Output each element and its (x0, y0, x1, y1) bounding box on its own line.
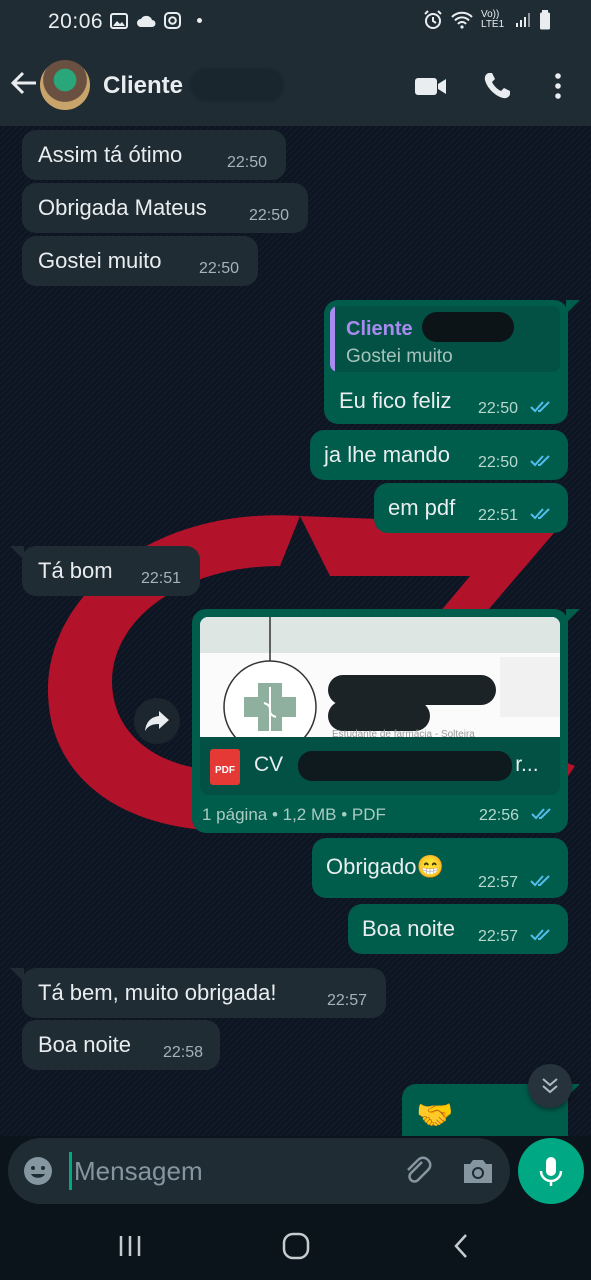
message-input[interactable] (68, 1152, 374, 1190)
document-preview-image: Estudante de farmácia - Solteira (200, 617, 560, 737)
quoted-message[interactable]: Cliente Gostei muito (330, 306, 560, 372)
avatar[interactable] (40, 60, 90, 110)
notification-icons (110, 12, 202, 29)
message-bubble-incoming[interactable]: Boa noite 22:58 (22, 1020, 220, 1070)
document-message-bubble[interactable]: Estudante de farmácia - Solteira PDF CV r… (192, 609, 568, 833)
message-bubble-outgoing-reply[interactable]: Cliente Gostei muito Eu fico feliz 22:50 (324, 300, 568, 424)
bubble-tail (566, 609, 580, 623)
message-bubble-incoming[interactable]: Tá bem, muito obrigada! 22:57 (22, 968, 386, 1018)
message-text: Boa noite (38, 1032, 131, 1057)
gallery-icon (110, 12, 128, 29)
pdf-file-icon: PDF (210, 749, 240, 785)
cloud-icon (137, 15, 156, 27)
redaction-mark (298, 751, 512, 781)
message-time: 22:50 (249, 207, 290, 224)
microphone-icon (539, 1157, 563, 1186)
message-composer (8, 1138, 510, 1204)
redaction-mark (190, 68, 284, 102)
document-preview[interactable]: Estudante de farmácia - Solteira (200, 617, 560, 737)
message-bubble-outgoing[interactable]: Obrigado😁 22:57 (312, 838, 568, 898)
system-navigation-bar (0, 1212, 591, 1280)
message-text: Eu fico feliz (339, 388, 452, 413)
message-text: Obrigado😁 (326, 854, 444, 879)
message-time: 22:58 (163, 1044, 204, 1061)
message-bubble-incoming[interactable]: Obrigada Mateus 22:50 (22, 183, 308, 233)
document-name-prefix: CV (254, 753, 284, 776)
system-icons: Vo)) LTE1 (423, 10, 551, 30)
message-time: 22:57 (478, 874, 519, 891)
document-info[interactable]: PDF CV r... (200, 737, 560, 795)
read-ticks-icon (530, 875, 550, 887)
message-text: 🤝 (416, 1099, 454, 1132)
message-text: Assim tá ótimo (38, 142, 183, 167)
quote-author: Cliente (346, 318, 413, 340)
instagram-icon (164, 12, 181, 29)
message-bubble-incoming[interactable]: Assim tá ótimo 22:50 (22, 130, 286, 180)
read-ticks-icon (530, 929, 550, 941)
message-text: em pdf (388, 495, 456, 520)
phone-icon[interactable] (481, 70, 517, 102)
status-time: 20:06 (48, 10, 104, 33)
preview-caption: Estudante de farmácia - Solteira (332, 729, 475, 737)
document-name-suffix: r... (515, 753, 539, 776)
message-time: 22:57 (327, 992, 368, 1009)
message-bubble-incoming[interactable]: Gostei muito 22:50 (22, 236, 258, 286)
signal-icon (516, 13, 530, 27)
message-time: 22:50 (478, 454, 519, 471)
message-time: 22:51 (478, 507, 519, 524)
contact-name[interactable]: Cliente (103, 72, 183, 100)
read-ticks-icon (530, 508, 550, 520)
message-text: Boa noite (362, 916, 455, 941)
bubble-tail (566, 300, 580, 314)
battery-icon (540, 10, 550, 30)
dot-icon (197, 18, 202, 23)
message-time: 22:51 (141, 570, 182, 587)
network-label: Vo)) LTE1 (481, 9, 505, 30)
video-camera-icon[interactable] (413, 70, 449, 102)
message-time: 22:50 (199, 260, 240, 277)
forward-button[interactable] (134, 698, 180, 744)
more-vertical-icon[interactable] (546, 70, 570, 102)
read-ticks-icon (531, 808, 551, 820)
wifi-icon (451, 11, 473, 29)
message-time: 22:50 (227, 154, 268, 171)
document-meta: 1 página • 1,2 MB • PDF (202, 805, 386, 824)
message-text: Gostei muito (38, 248, 162, 273)
message-text: Obrigada Mateus (38, 195, 207, 220)
message-time: 22:56 (479, 807, 520, 824)
recent-apps-icon[interactable] (112, 1230, 148, 1262)
read-ticks-icon (530, 401, 550, 413)
chat-header: Cliente (0, 44, 591, 126)
forward-icon (145, 711, 169, 731)
quote-text: Gostei muito (346, 346, 453, 367)
message-time: 22:57 (478, 928, 519, 945)
camera-icon[interactable] (460, 1154, 496, 1188)
scroll-to-bottom-button[interactable] (528, 1064, 572, 1108)
message-time: 22:50 (478, 400, 519, 417)
message-text: Tá bem, muito obrigada! (38, 980, 277, 1005)
quote-bar (330, 306, 335, 372)
chat-area[interactable]: Assim tá ótimo 22:50 Obrigada Mateus 22:… (0, 126, 591, 1136)
arrow-left-icon[interactable] (10, 68, 38, 98)
redaction-mark (422, 312, 514, 342)
text-cursor (69, 1152, 72, 1190)
read-ticks-icon (530, 455, 550, 467)
message-text: Tá bom (38, 558, 113, 583)
double-chevron-down-icon (542, 1078, 558, 1094)
status-bar: 20:06 Vo)) LTE1 (0, 0, 591, 44)
message-bubble-outgoing[interactable]: em pdf 22:51 (374, 483, 568, 533)
message-bubble-outgoing[interactable]: ja lhe mando 22:50 (310, 430, 568, 480)
paperclip-icon[interactable] (400, 1154, 434, 1188)
alarm-icon (424, 10, 442, 29)
home-icon[interactable] (278, 1230, 314, 1262)
voice-record-button[interactable] (518, 1138, 584, 1204)
message-bubble-incoming[interactable]: Tá bom 22:51 (22, 546, 200, 596)
back-nav-icon[interactable] (444, 1230, 480, 1262)
message-bubble-outgoing[interactable]: Boa noite 22:57 (348, 904, 568, 954)
message-text: ja lhe mando (324, 442, 450, 467)
emoji-icon[interactable] (22, 1155, 54, 1187)
